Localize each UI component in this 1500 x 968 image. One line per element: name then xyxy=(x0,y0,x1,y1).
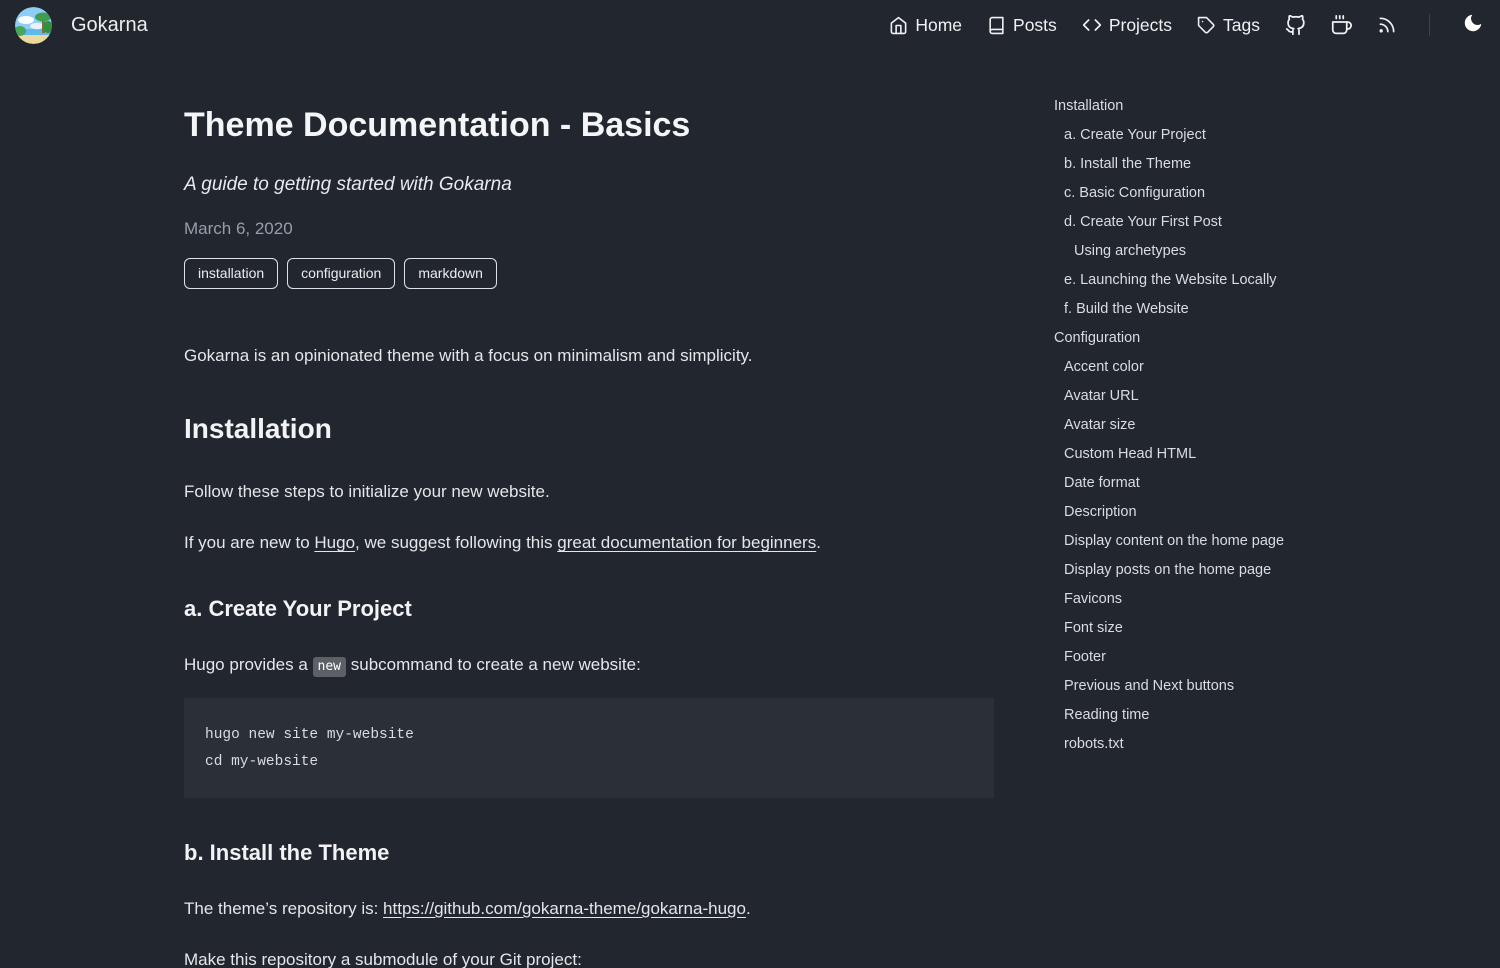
toc-item[interactable]: Using archetypes xyxy=(1054,237,1316,266)
home-icon xyxy=(889,16,908,35)
github-icon xyxy=(1285,15,1306,36)
nav-label: Home xyxy=(915,15,962,36)
toc-item[interactable]: a. Create Your Project xyxy=(1054,121,1316,150)
code-line: hugo new site my-website xyxy=(205,727,414,743)
nav-label: Posts xyxy=(1013,15,1057,36)
nav-link-projects[interactable]: Projects xyxy=(1082,15,1172,36)
toc-item[interactable]: Avatar URL xyxy=(1054,382,1316,411)
toc-item[interactable]: c. Basic Configuration xyxy=(1054,179,1316,208)
toc-item[interactable]: Footer xyxy=(1054,643,1316,672)
post-article: Theme Documentation - Basics A guide to … xyxy=(184,50,994,968)
text-run: Hugo provides a xyxy=(184,655,313,674)
code-content: hugo new site my-website cd my-website xyxy=(205,727,414,770)
toc-item[interactable]: Reading time xyxy=(1054,701,1316,730)
submodule-paragraph: Make this repository a submodule of your… xyxy=(184,949,994,968)
github-link[interactable] xyxy=(1285,15,1306,36)
nav-label: Tags xyxy=(1223,15,1260,36)
beginners-docs-link[interactable]: great documentation for beginners xyxy=(557,533,816,552)
text-run: If you are new to xyxy=(184,533,314,552)
new-to-hugo-paragraph: If you are new to Hugo, we suggest follo… xyxy=(184,532,994,553)
nav-link-tags[interactable]: Tags xyxy=(1197,15,1260,36)
toc-item[interactable]: f. Build the Website xyxy=(1054,295,1316,324)
toc-item[interactable]: Date format xyxy=(1054,469,1316,498)
toc-item[interactable]: Favicons xyxy=(1054,585,1316,614)
post-tags: installation configuration markdown xyxy=(184,258,994,289)
nav-link-posts[interactable]: Posts xyxy=(987,15,1057,36)
nav-divider xyxy=(1429,14,1430,36)
brand-link[interactable]: Gokarna xyxy=(15,7,148,44)
tag-chip[interactable]: configuration xyxy=(287,258,395,289)
repo-paragraph: The theme’s repository is: https://githu… xyxy=(184,898,994,919)
coffee-icon xyxy=(1331,15,1352,36)
page-container: Theme Documentation - Basics A guide to … xyxy=(184,50,1316,968)
book-icon xyxy=(987,16,1006,35)
text-run: . xyxy=(746,899,751,918)
theme-toggle-button[interactable] xyxy=(1462,12,1484,39)
hugo-provides-paragraph: Hugo provides a new subcommand to create… xyxy=(184,654,994,675)
tag-chip[interactable]: markdown xyxy=(404,258,497,289)
toc-item[interactable]: Description xyxy=(1054,498,1316,527)
navbar: Gokarna Home Posts Projects Tags xyxy=(0,0,1500,50)
toc-item[interactable]: Accent color xyxy=(1054,353,1316,382)
rss-icon xyxy=(1377,15,1397,35)
toc-item[interactable]: b. Install the Theme xyxy=(1054,150,1316,179)
toc-item[interactable]: d. Create Your First Post xyxy=(1054,208,1316,237)
nav-menu: Home Posts Projects Tags xyxy=(889,12,1484,39)
toc-item[interactable]: Installation xyxy=(1054,92,1316,121)
tag-icon xyxy=(1197,16,1216,35)
intro-paragraph: Gokarna is an opinionated theme with a f… xyxy=(184,345,994,366)
article-body: Gokarna is an opinionated theme with a f… xyxy=(184,345,994,968)
nav-link-home[interactable]: Home xyxy=(889,15,962,36)
post-date: March 6, 2020 xyxy=(184,219,994,239)
toc-item[interactable]: Previous and Next buttons xyxy=(1054,672,1316,701)
code-line: cd my-website xyxy=(205,754,318,770)
moon-icon xyxy=(1462,12,1484,39)
text-run: The theme’s repository is: xyxy=(184,899,383,918)
brand-title: Gokarna xyxy=(71,14,148,37)
hugo-link[interactable]: Hugo xyxy=(314,533,355,552)
post-title: Theme Documentation - Basics xyxy=(184,106,994,145)
create-project-heading: a. Create Your Project xyxy=(184,596,994,622)
site-avatar xyxy=(15,7,52,44)
table-of-contents: Installationa. Create Your Projectb. Ins… xyxy=(1054,50,1316,759)
installation-heading: Installation xyxy=(184,413,994,445)
toc-item[interactable]: Font size xyxy=(1054,614,1316,643)
toc-item[interactable]: robots.txt xyxy=(1054,730,1316,759)
code-icon xyxy=(1082,15,1102,35)
toc-item[interactable]: Display content on the home page xyxy=(1054,527,1316,556)
toc-item[interactable]: Display posts on the home page xyxy=(1054,556,1316,585)
toc-item[interactable]: Avatar size xyxy=(1054,411,1316,440)
text-run: , we suggest following this xyxy=(355,533,557,552)
toc-item[interactable]: e. Launching the Website Locally xyxy=(1054,266,1316,295)
follow-steps-paragraph: Follow these steps to initialize your ne… xyxy=(184,481,994,502)
rss-link[interactable] xyxy=(1377,15,1397,35)
install-theme-heading: b. Install the Theme xyxy=(184,840,994,866)
toc-item[interactable]: Custom Head HTML xyxy=(1054,440,1316,469)
repo-link[interactable]: https://github.com/gokarna-theme/gokarna… xyxy=(383,899,746,918)
coffee-link[interactable] xyxy=(1331,15,1352,36)
code-block[interactable]: hugo new site my-website cd my-website xyxy=(184,698,994,798)
post-subtitle: A guide to getting started with Gokarna xyxy=(184,174,994,196)
tag-chip[interactable]: installation xyxy=(184,258,278,289)
inline-code-new: new xyxy=(313,657,346,677)
text-run: subcommand to create a new website: xyxy=(346,655,641,674)
text-run: . xyxy=(816,533,821,552)
nav-label: Projects xyxy=(1109,15,1172,36)
toc-item[interactable]: Configuration xyxy=(1054,324,1316,353)
